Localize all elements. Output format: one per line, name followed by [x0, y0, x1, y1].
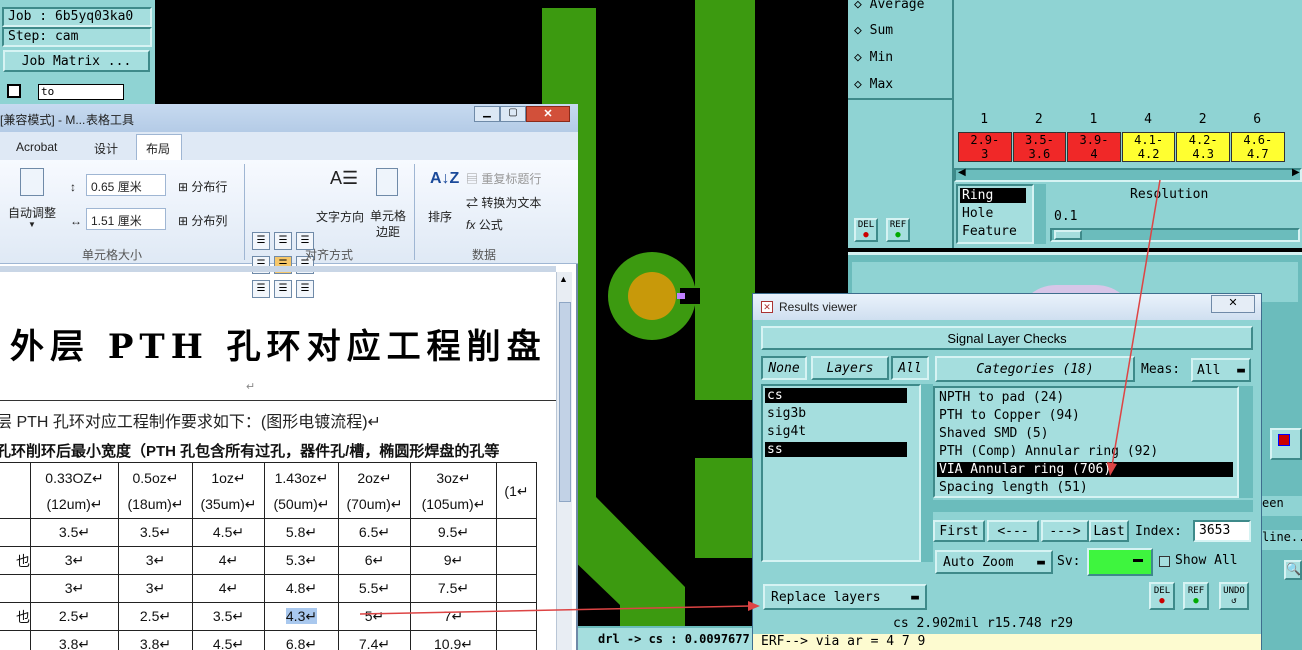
annotation-arrows	[359, 179, 1161, 615]
